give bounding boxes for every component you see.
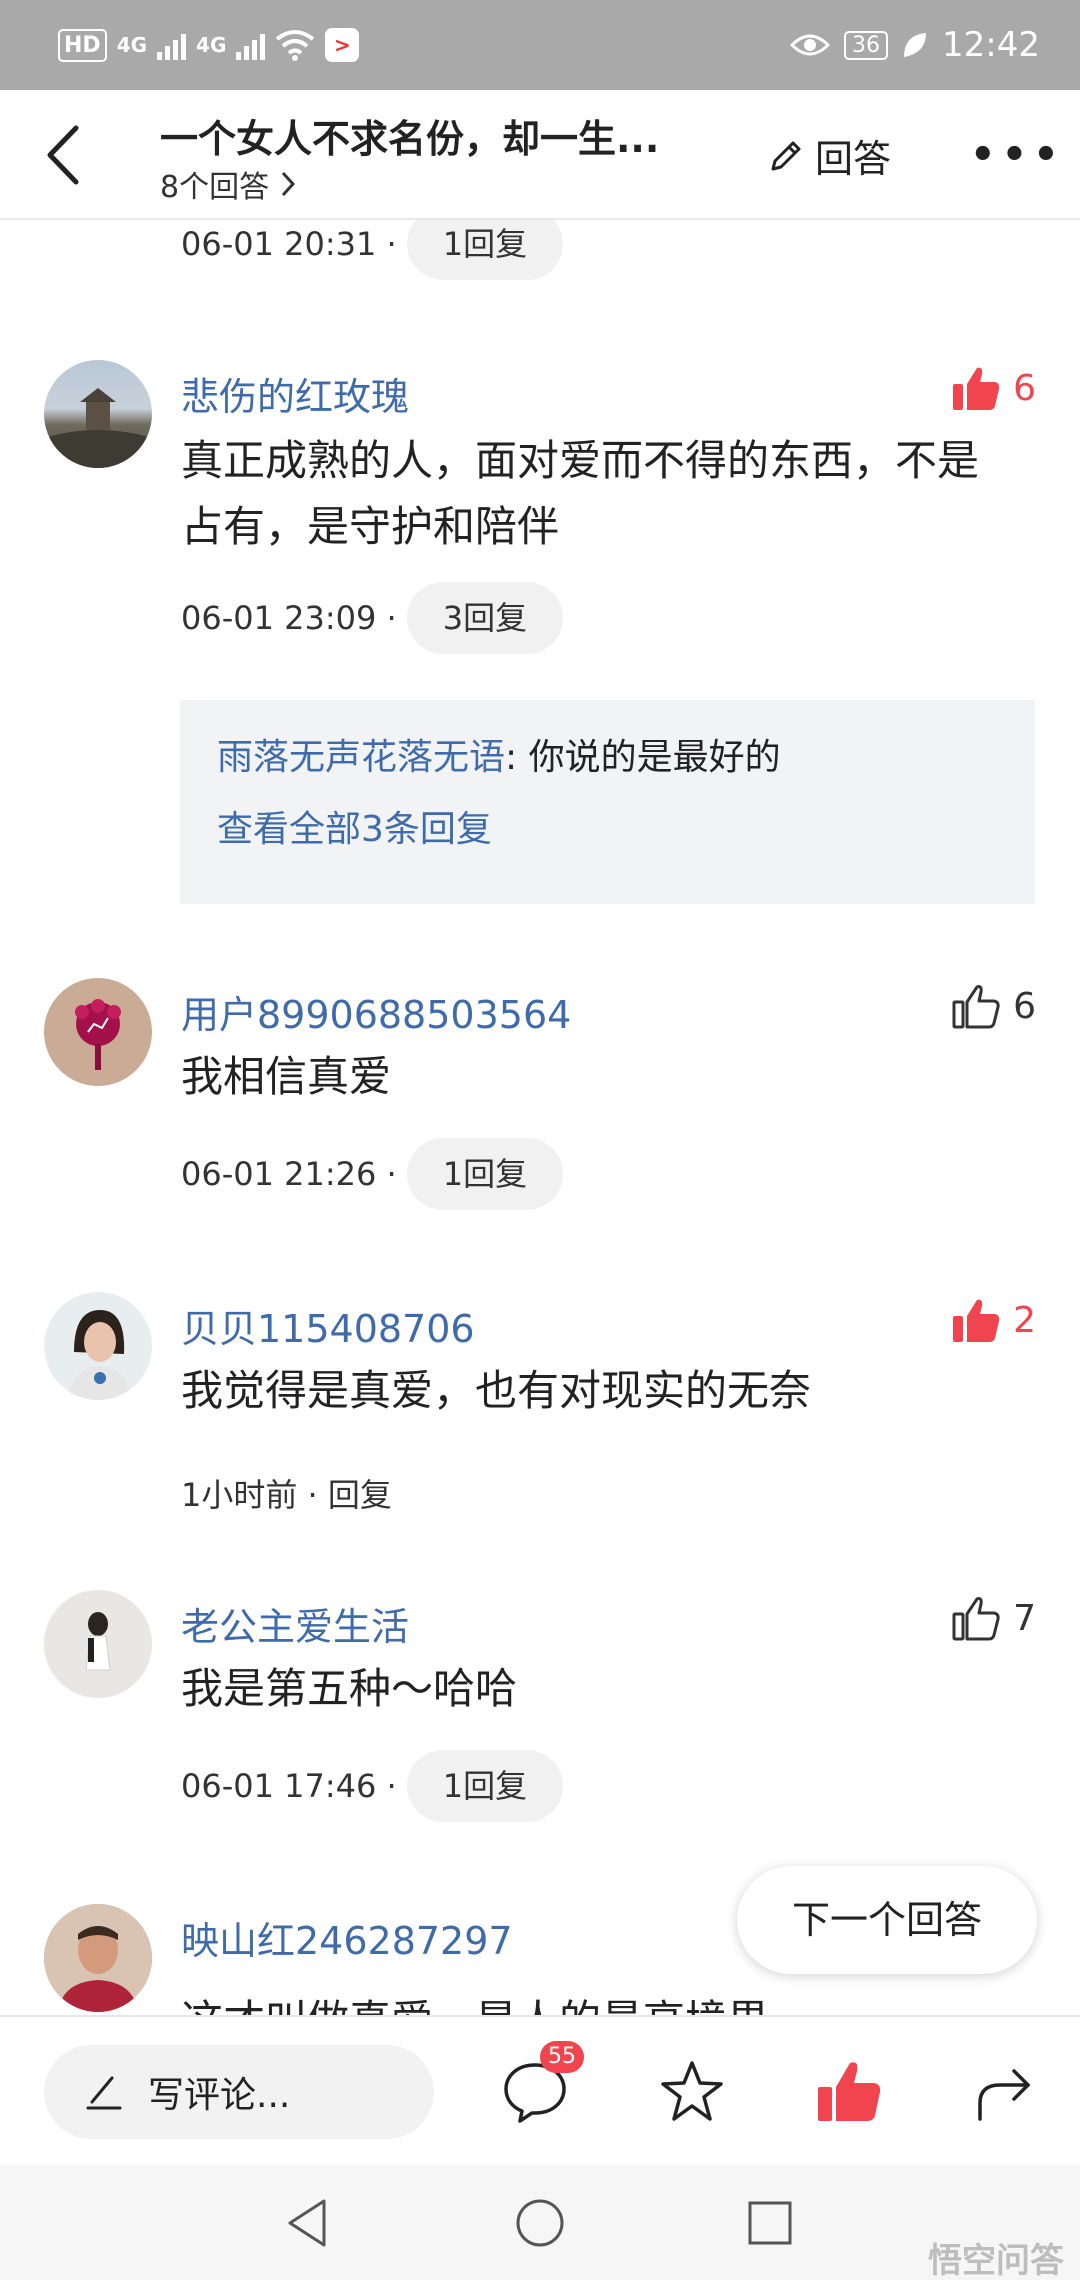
avatar[interactable]: [44, 1590, 152, 1698]
nav-recents-icon[interactable]: [740, 2193, 800, 2253]
network-type-2: 4G: [196, 33, 227, 57]
comment-time: 06-01 20:31 ·: [181, 225, 397, 263]
commenter-name[interactable]: 用户8990688503564: [181, 984, 571, 1039]
sub-reply-box[interactable]: 雨落无声花落无语: 你说的是最好的 查看全部3条回复: [180, 700, 1035, 904]
answer-count-link[interactable]: 8个回答: [160, 162, 297, 206]
sub-reply-text: : 你说的是最好的: [505, 737, 781, 778]
question-title[interactable]: 一个女人不求名份，却一生...: [160, 108, 659, 163]
comment-meta: 06-01 23:09 · 3回复: [181, 582, 564, 654]
comment-text: 这才叫做真爱，是人的最高境界: [181, 1988, 1001, 2015]
reply-count-button[interactable]: 1回复: [406, 1138, 564, 1210]
watermark: 悟空问答: [928, 2241, 1064, 2280]
commenter-name[interactable]: 老公主爱生活: [181, 1596, 409, 1651]
comment-meta: 06-01 21:26 · 1回复: [181, 1138, 564, 1210]
like-button[interactable]: 6: [951, 982, 1036, 1030]
battery-indicator: 36: [844, 30, 889, 60]
pencil-icon: [771, 141, 801, 170]
app-notification-icon: >: [325, 28, 360, 62]
top-bar: 一个女人不求名份，却一生... 8个回答 回答 •••: [0, 90, 1080, 220]
nav-back-icon[interactable]: [278, 2193, 338, 2253]
comment-text: 我相信真爱: [181, 1052, 392, 1101]
comment-meta: 06-01 17:46 · 1回复: [181, 1750, 564, 1822]
thumbs-up-icon: [952, 1597, 1000, 1641]
commenter-name[interactable]: 悲伤的红玫瑰: [181, 366, 409, 421]
comment-time[interactable]: 1小时前 · 回复: [181, 1470, 392, 1516]
avatar[interactable]: [44, 1292, 152, 1400]
commenter-name[interactable]: 贝贝115408706: [181, 1298, 475, 1353]
like-count: 2: [1013, 1299, 1036, 1341]
clock: 12:42: [942, 25, 1040, 65]
write-comment-input[interactable]: 写评论...: [44, 2045, 434, 2139]
reply-count-button[interactable]: 3回复: [406, 582, 564, 654]
chevron-right-icon: [281, 171, 296, 197]
nav-home-icon[interactable]: [510, 2193, 570, 2253]
star-icon[interactable]: [657, 2057, 727, 2127]
comment-list[interactable]: 06-01 20:31 · 1回复 悲伤的红玫瑰 6 真正成熟的人，面对爱而不得…: [0, 220, 1080, 2015]
avatar[interactable]: [44, 978, 152, 1086]
like-count: 7: [1013, 1597, 1036, 1639]
write-comment-placeholder: 写评论...: [148, 2075, 291, 2116]
answer-count: 8个回答: [160, 170, 270, 205]
reply-count-button[interactable]: 1回复: [406, 1750, 564, 1822]
system-nav-bar: 悟空问答: [0, 2165, 1080, 2280]
like-button[interactable]: 7: [951, 1594, 1036, 1642]
view-all-replies-link[interactable]: 查看全部3条回复: [217, 800, 492, 852]
comment-text: 我觉得是真爱，也有对现实的无奈: [181, 1366, 812, 1415]
sub-reply-line: 雨落无声花落无语: 你说的是最好的: [217, 728, 781, 780]
pen-icon: [86, 2076, 122, 2110]
eye-icon: [790, 34, 831, 56]
network-type-1: 4G: [116, 33, 148, 57]
signal-icon: [157, 30, 187, 60]
wifi-icon: [276, 30, 315, 61]
avatar[interactable]: [44, 360, 152, 468]
comment-text: 我是第五种～哈哈: [181, 1664, 518, 1713]
bottom-action-bar: 写评论... 55: [0, 2015, 1080, 2165]
signal-icon-2: [236, 30, 266, 60]
thumbs-up-filled-icon: [953, 367, 1000, 410]
reply-count-button[interactable]: 1回复: [406, 220, 564, 280]
more-options-button[interactable]: •••: [970, 132, 1065, 178]
like-button[interactable]: 2: [951, 1296, 1036, 1344]
commenter-name[interactable]: 映山红246287297: [181, 1910, 513, 1965]
thumbs-up-icon: [952, 985, 1000, 1029]
comment-time: 06-01 23:09 ·: [181, 599, 397, 637]
leaf-icon: [904, 33, 927, 57]
like-count: 6: [1013, 985, 1036, 1027]
comment-meta: 1小时前 · 回复: [181, 1470, 392, 1516]
comment-time: 06-01 17:46 ·: [181, 1767, 397, 1805]
like-count: 6: [1013, 367, 1036, 409]
next-answer-button[interactable]: 下一个回答: [737, 1866, 1037, 1974]
thumbs-up-filled-icon[interactable]: [814, 2057, 884, 2127]
status-bar: HD 4G 4G > 36 12:42: [0, 0, 1080, 90]
comment-time: 06-01 21:26 ·: [181, 1155, 397, 1193]
back-arrow-icon[interactable]: [40, 120, 90, 190]
hd-indicator: HD: [58, 28, 107, 62]
sub-reply-user[interactable]: 雨落无声花落无语: [217, 737, 505, 778]
prev-comment-meta: 06-01 20:31 · 1回复: [181, 220, 564, 280]
answer-label: 回答: [815, 137, 892, 181]
comment-count-badge: 55: [540, 2041, 584, 2073]
write-answer-button[interactable]: 回答: [765, 128, 891, 183]
share-icon[interactable]: [970, 2057, 1040, 2127]
thumbs-up-filled-icon: [953, 1299, 1000, 1342]
avatar[interactable]: [44, 1904, 152, 2012]
like-button[interactable]: 6: [951, 364, 1036, 412]
comment-text: 真正成熟的人，面对爱而不得的东西，不是占有，是守护和陪伴: [181, 436, 980, 551]
